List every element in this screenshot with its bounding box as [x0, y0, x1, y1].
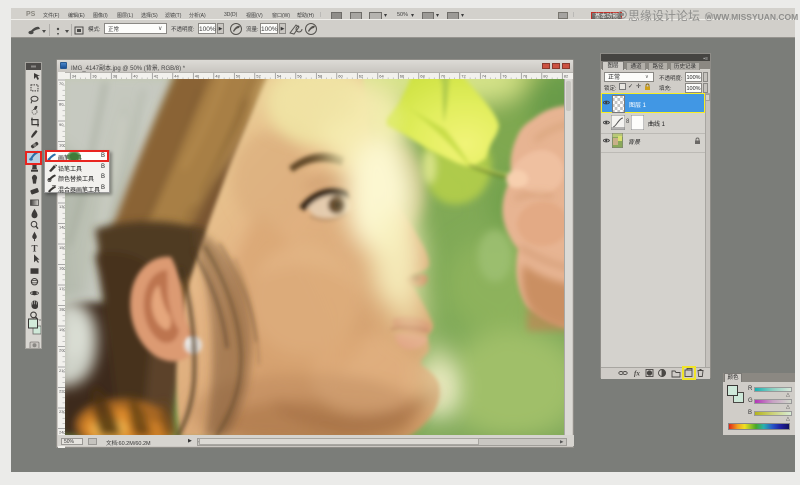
svg-text:76: 76 [502, 74, 507, 79]
svg-text:60: 60 [338, 74, 343, 79]
svg-text:62: 62 [359, 74, 364, 79]
svg-text:56: 56 [297, 74, 302, 79]
svg-text:48: 48 [215, 74, 220, 79]
svg-text:52: 52 [256, 74, 261, 79]
svg-text:50: 50 [236, 74, 241, 79]
svg-text:36: 36 [92, 74, 97, 79]
svg-text:72: 72 [461, 74, 466, 79]
svg-text:82: 82 [564, 74, 569, 79]
svg-text:74: 74 [482, 74, 487, 79]
svg-text:54: 54 [277, 74, 282, 79]
svg-text:46: 46 [195, 74, 200, 79]
svg-text:68: 68 [420, 74, 425, 79]
svg-text:64: 64 [379, 74, 384, 79]
svg-text:42: 42 [154, 74, 159, 79]
svg-text:80: 80 [543, 74, 548, 79]
svg-text:34: 34 [72, 74, 77, 79]
svg-text:70: 70 [441, 74, 446, 79]
svg-text:38: 38 [113, 74, 118, 79]
svg-text:78: 78 [523, 74, 528, 79]
svg-text:T: T [32, 244, 38, 254]
svg-text:fx: fx [634, 370, 640, 378]
svg-text:40: 40 [133, 74, 138, 79]
svg-text:66: 66 [400, 74, 405, 79]
svg-text:44: 44 [174, 74, 179, 79]
svg-text:58: 58 [318, 74, 323, 79]
